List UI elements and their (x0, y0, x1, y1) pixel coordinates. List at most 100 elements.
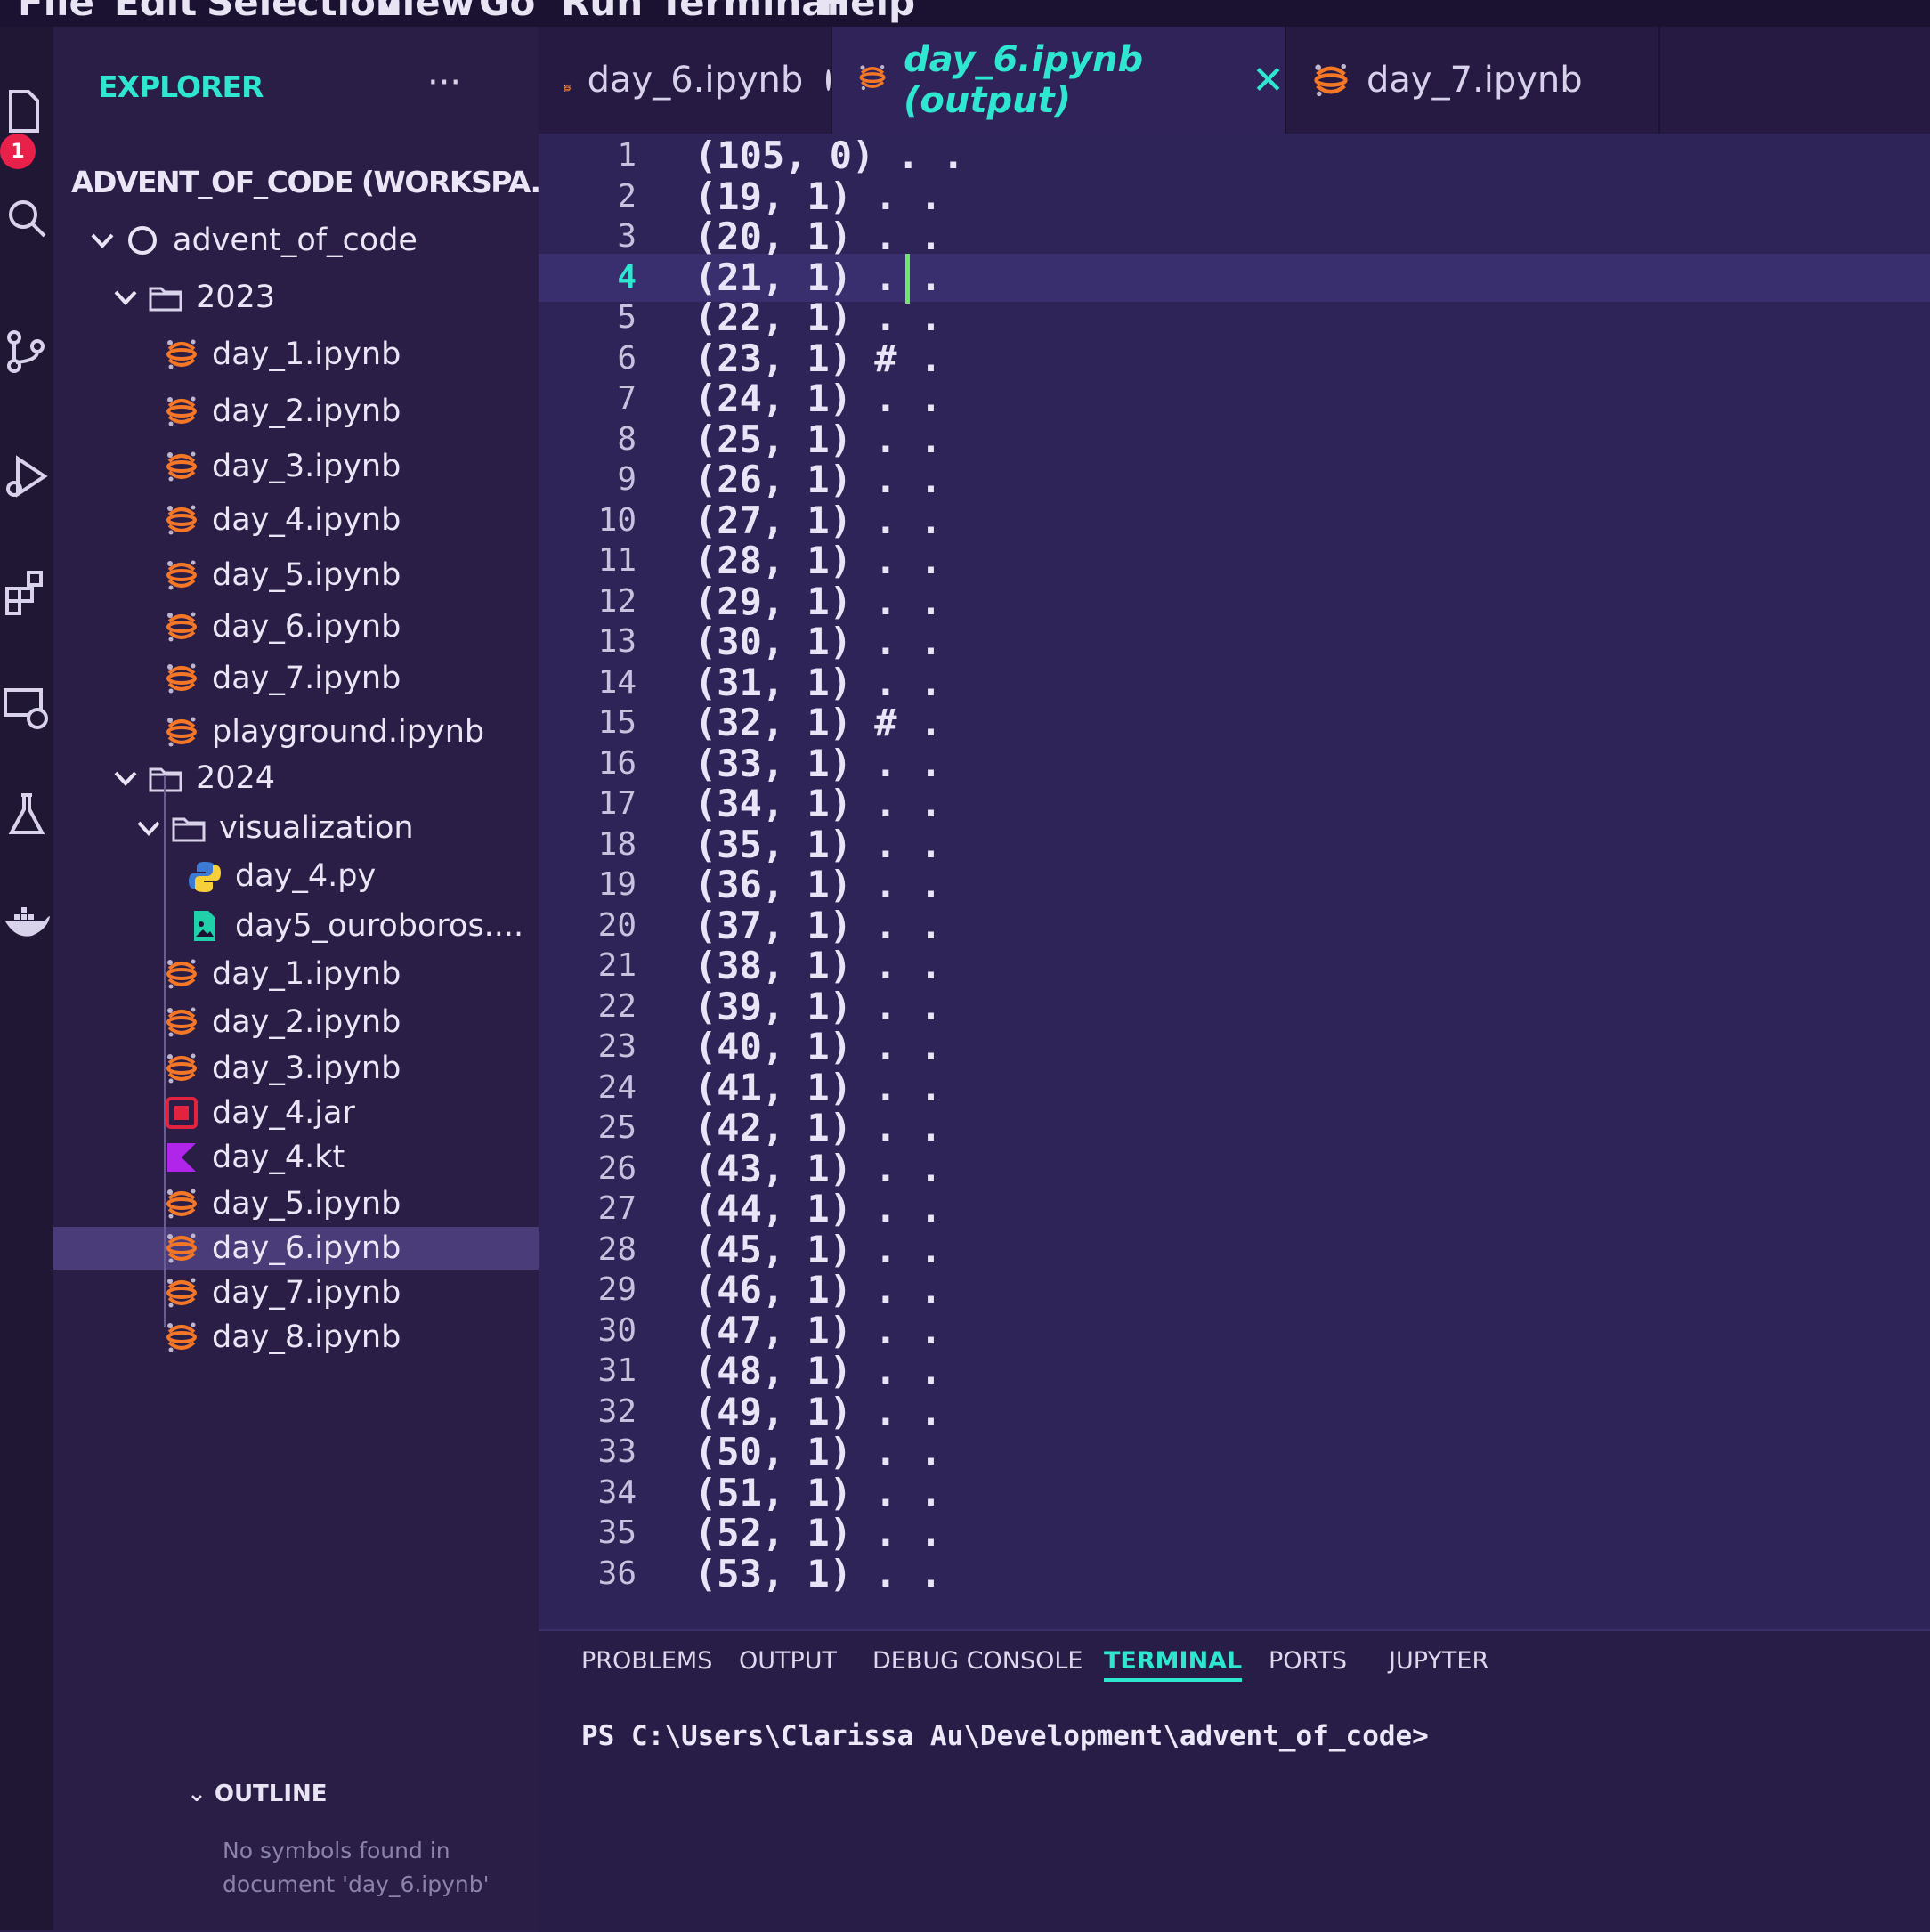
line-number: 20 (597, 906, 637, 944)
code-line[interactable]: (37, 1) . . (694, 904, 942, 947)
menu-selection[interactable]: Selection (207, 0, 402, 24)
tree-file-row[interactable]: day_4.py (53, 855, 539, 897)
tree-file-row[interactable]: day_2.ipynb (53, 1001, 539, 1043)
line-number: 16 (597, 744, 637, 782)
code-line[interactable]: (44, 1) . . (694, 1187, 942, 1230)
panel-tab-debug-console[interactable]: DEBUG CONSOLE (872, 1647, 1083, 1675)
tree-item-label: day5_ouroboros.... (235, 908, 524, 944)
tree-file-row[interactable]: day_1.ipynb (53, 333, 539, 376)
tree-file-row[interactable]: day_5.ipynb (53, 1182, 539, 1225)
tree-file-row[interactable]: day_4.jar (53, 1092, 539, 1134)
menu-run[interactable]: Run (561, 0, 643, 24)
menu-edit[interactable]: Edit (114, 0, 197, 24)
tree-file-row[interactable]: day5_ouroboros.... (53, 905, 539, 947)
tree-item-label: day_4.ipynb (212, 502, 401, 538)
remote-explorer-icon[interactable] (0, 677, 53, 739)
tree-file-row[interactable]: day_6.ipynb (53, 1227, 539, 1270)
bottom-panel: PROBLEMS OUTPUT DEBUG CONSOLE TERMINAL PORTS… (539, 1629, 1930, 1932)
tree-folder-row[interactable]: 2024 (53, 757, 539, 800)
tree-file-row[interactable]: day_4.kt (53, 1136, 539, 1179)
tree-item-label: day_2.ipynb (212, 394, 401, 429)
code-line[interactable]: (33, 1) . . (694, 742, 942, 785)
extensions-icon[interactable] (0, 561, 53, 623)
tree-folder-row[interactable]: 2023 (53, 276, 539, 319)
code-line[interactable]: (31, 1) . . (694, 661, 942, 704)
line-number: 2 (617, 177, 637, 215)
code-line[interactable]: (41, 1) . . (694, 1066, 942, 1109)
close-icon[interactable]: ✕ (1252, 58, 1285, 103)
code-line[interactable]: (40, 1) . . (694, 1025, 942, 1068)
more-actions-button[interactable]: ··· (427, 62, 461, 103)
code-line[interactable]: (43, 1) . . (694, 1147, 942, 1190)
code-line[interactable]: (39, 1) . . (694, 985, 942, 1028)
code-line[interactable]: (24, 1) . . (694, 377, 942, 420)
tree-file-row[interactable]: day_7.ipynb (53, 1271, 539, 1314)
tree-file-row[interactable]: day_2.ipynb (53, 390, 539, 433)
code-line[interactable]: (46, 1) . . (694, 1268, 942, 1311)
tree-file-row[interactable]: day_1.ipynb (53, 953, 539, 995)
code-line[interactable]: (42, 1) . . (694, 1106, 942, 1149)
panel-tab-terminal[interactable]: TERMINAL (1104, 1647, 1243, 1682)
code-line[interactable]: (25, 1) . . (694, 418, 942, 461)
menu-file[interactable]: File (18, 0, 94, 24)
tree-item-label: day_6.ipynb (212, 1230, 401, 1266)
code-line[interactable]: (28, 1) . . (694, 539, 942, 582)
code-line[interactable]: (53, 1) . . (694, 1552, 942, 1595)
panel-tab-jupyter[interactable]: JUPYTER (1389, 1647, 1488, 1675)
code-line[interactable]: (30, 1) . . (694, 620, 942, 663)
code-line[interactable]: (49, 1) . . (694, 1390, 942, 1433)
tree-file-row[interactable]: day_3.ipynb (53, 1047, 539, 1090)
code-line[interactable]: (19, 1) . . (694, 175, 942, 218)
jupyter-icon (564, 61, 572, 100)
code-line[interactable]: (50, 1) . . (694, 1430, 942, 1473)
code-line[interactable]: (45, 1) . . (694, 1228, 942, 1271)
code-line[interactable]: (34, 1) . . (694, 782, 942, 825)
tree-file-row[interactable]: day_8.ipynb (53, 1316, 539, 1359)
code-line[interactable]: (32, 1) # . (694, 701, 942, 744)
panel-tab-ports[interactable]: PORTS (1269, 1647, 1347, 1675)
source-control-icon[interactable] (0, 321, 53, 383)
files-icon[interactable] (0, 80, 53, 142)
editor[interactable]: 1 2 3 4 5 6 7 8 9 10 11 12 13 14 15 16 17 18 19 20 21 22 23 24 2… (539, 134, 1930, 1629)
tree-file-row[interactable]: day_4.ipynb (53, 499, 539, 541)
tree-folder-row[interactable]: ADVENT_OF_CODE (WORKSPA... (53, 160, 539, 217)
tree-file-row[interactable]: day_7.ipynb (53, 657, 539, 700)
menu-help[interactable]: Help (819, 0, 915, 24)
menu-go[interactable]: Go (479, 0, 535, 24)
code-line[interactable]: (23, 1) # . (694, 337, 942, 380)
panel-tab-output[interactable]: OUTPUT (739, 1647, 837, 1675)
code-line[interactable]: (48, 1) . . (694, 1349, 942, 1392)
tree-folder-row[interactable]: advent_of_code (53, 219, 539, 262)
tab-day-6-ipynb[interactable]: day_6.ipynb (539, 27, 832, 134)
code-line[interactable]: (38, 1) . . (694, 944, 942, 987)
tab-day-6-ipynb-output-[interactable]: day_6.ipynb (output) ✕ (832, 27, 1286, 134)
code-line[interactable]: (51, 1) . . (694, 1471, 942, 1514)
tree-file-row[interactable]: day_3.ipynb (53, 445, 539, 488)
code-line[interactable]: (36, 1) . . (694, 863, 942, 906)
unsaved-dot-icon[interactable] (826, 69, 831, 91)
menu-view[interactable]: View (374, 0, 474, 24)
code-line[interactable]: (52, 1) . . (694, 1511, 942, 1555)
testing-icon[interactable] (0, 783, 53, 846)
tree-item-label: day_5.ipynb (212, 557, 401, 593)
jupyter-icon (164, 714, 199, 750)
code-line[interactable]: (27, 1) . . (694, 499, 942, 542)
docker-icon[interactable] (0, 890, 53, 953)
tree-file-row[interactable]: day_6.ipynb (53, 605, 539, 648)
tree-folder-row[interactable]: visualization (53, 807, 539, 849)
run-debug-icon[interactable] (0, 445, 53, 507)
code-line[interactable]: (26, 1) . . (694, 458, 942, 501)
tree-file-row[interactable]: playground.ipynb (53, 710, 539, 753)
code-line[interactable]: (47, 1) . . (694, 1309, 942, 1352)
search-icon[interactable] (0, 187, 53, 249)
code-line[interactable]: (20, 1) . . (694, 215, 942, 258)
menu-terminal[interactable]: Terminal (659, 0, 839, 24)
code-line[interactable]: (29, 1) . . (694, 580, 942, 623)
tab-day-7-ipynb[interactable]: day_7.ipynb (1286, 27, 1660, 134)
panel-tab-problems[interactable]: PROBLEMS (581, 1647, 712, 1675)
code-line[interactable]: (105, 0) . . (694, 134, 964, 177)
tree-file-row[interactable]: day_5.ipynb (53, 554, 539, 597)
outline-header[interactable]: ⌄ OUTLINE (187, 1781, 328, 1807)
code-line[interactable]: (35, 1) . . (694, 823, 942, 866)
terminal-prompt[interactable]: PS C:\Users\Clarissa Au\Development\adve… (581, 1720, 1429, 1752)
